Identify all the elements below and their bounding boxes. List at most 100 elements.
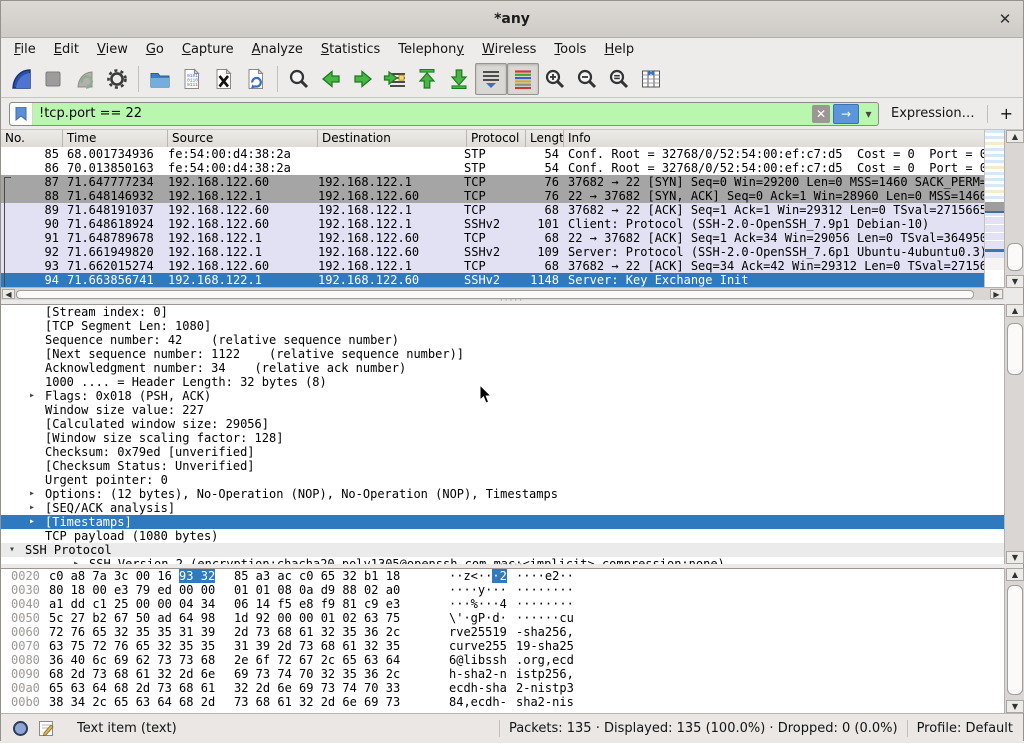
add-filter-button[interactable]: + (1000, 104, 1013, 123)
next-packet-button[interactable] (347, 63, 379, 95)
resize-columns-button[interactable] (635, 63, 667, 95)
packet-row-90[interactable]: 9071.648618924192.168.122.60192.168.122.… (1, 217, 984, 231)
scroll-right-icon[interactable]: ▶ (990, 289, 1003, 299)
hex-row-00b0[interactable]: 00b038 34 2c 65 63 64 68 2d73 68 61 32 2… (1, 695, 1005, 709)
collapse-arrow-icon[interactable]: ▾ (9, 543, 15, 557)
menu-file[interactable]: File (5, 40, 45, 59)
close-window-button[interactable]: ✕ (995, 9, 1015, 29)
expand-arrow-icon[interactable]: ▸ (29, 487, 35, 501)
scroll-up-icon[interactable]: ▲ (1006, 130, 1024, 143)
detail-row[interactable]: [Checksum Status: Unverified] (1, 459, 1005, 473)
stop-capture-button[interactable] (37, 63, 69, 95)
first-packet-button[interactable] (411, 63, 443, 95)
expression-button[interactable]: Expression… (891, 106, 975, 121)
capture-options-button[interactable] (101, 63, 133, 95)
packet-list-scroll-thumb[interactable] (1007, 243, 1023, 271)
detail-row[interactable]: ▾SSH Protocol (1, 543, 1005, 557)
packet-row-92[interactable]: 9271.661949820192.168.122.1192.168.122.6… (1, 245, 984, 259)
filter-dropdown-button[interactable]: ▾ (862, 105, 875, 123)
scroll-down-icon[interactable]: ▼ (1006, 275, 1024, 288)
menu-tools[interactable]: Tools (545, 40, 595, 59)
column-header-protocol[interactable]: Protocol (467, 130, 526, 147)
detail-row[interactable]: [TCP Segment Len: 1080] (1, 319, 1005, 333)
expert-info-icon[interactable] (13, 721, 28, 736)
restart-capture-button[interactable] (69, 63, 101, 95)
hex-row-0080[interactable]: 008036 40 6c 69 62 73 73 682e 6f 72 67 2… (1, 653, 1005, 667)
expand-arrow-icon[interactable]: ▸ (29, 501, 35, 515)
detail-row[interactable]: ▸Flags: 0x018 (PSH, ACK) (1, 389, 1005, 403)
packet-row-86[interactable]: 8670.013850163fe:54:00:d4:38:2aSTP54Conf… (1, 161, 984, 175)
scroll-up-icon[interactable]: ▲ (1006, 568, 1024, 581)
packet-row-93[interactable]: 9371.662015274192.168.122.60192.168.122.… (1, 259, 984, 273)
hex-row-0020[interactable]: 0020c0 a8 7a 3c 00 16 93 3285 a3 ac c0 6… (1, 569, 1005, 583)
menu-capture[interactable]: Capture (173, 40, 243, 59)
detail-row[interactable]: TCP payload (1080 bytes) (1, 529, 1005, 543)
hex-scroll-thumb[interactable] (1007, 585, 1023, 695)
hex-row-0030[interactable]: 003080 18 00 e3 79 ed 00 0001 01 08 0a d… (1, 583, 1005, 597)
menu-wireless[interactable]: Wireless (473, 40, 545, 59)
hex-row-0070[interactable]: 007063 75 72 76 65 32 35 3531 39 2d 73 6… (1, 639, 1005, 653)
profile-label[interactable]: Profile: Default (917, 721, 1013, 736)
column-header-info[interactable]: Info (564, 130, 984, 147)
expand-arrow-icon[interactable]: ▸ (29, 515, 35, 529)
detail-row[interactable]: 1000 .... = Header Length: 32 bytes (8) (1, 375, 1005, 389)
detail-row[interactable]: [Calculated window size: 29056] (1, 417, 1005, 431)
menu-telephony[interactable]: Telephony (389, 40, 473, 59)
detail-row[interactable]: ▸[Timestamps] (1, 515, 1005, 529)
filter-bookmark-icon[interactable] (10, 103, 33, 125)
hex-row-0090[interactable]: 009068 2d 73 68 61 32 2d 6e69 73 74 70 3… (1, 667, 1005, 681)
column-header-destination[interactable]: Destination (318, 130, 467, 147)
detail-row[interactable]: ▸Options: (12 bytes), No-Operation (NOP)… (1, 487, 1005, 501)
expand-arrow-icon[interactable]: ▸ (29, 389, 35, 403)
filter-text[interactable]: !tcp.port == 22 (33, 106, 812, 121)
column-header-length[interactable]: Length (526, 130, 564, 147)
packet-list-scrollbar[interactable]: ▲ ▼ (1004, 130, 1024, 288)
detail-row[interactable]: ▸[SEQ/ACK analysis] (1, 501, 1005, 515)
detail-row[interactable]: Sequence number: 42 (relative sequence n… (1, 333, 1005, 347)
hex-row-0050[interactable]: 00505c 27 b2 67 50 ad 64 981d 92 00 00 0… (1, 611, 1005, 625)
detail-row[interactable]: Window size value: 227 (1, 403, 1005, 417)
packet-row-89[interactable]: 8971.648191037192.168.122.60192.168.122.… (1, 203, 984, 217)
scroll-down-icon[interactable]: ▼ (1006, 700, 1024, 713)
hex-row-00a0[interactable]: 00a065 63 64 68 2d 73 68 6132 2d 6e 69 7… (1, 681, 1005, 695)
packet-row-85[interactable]: 8568.001734936fe:54:00:d4:38:2aSTP54Conf… (1, 147, 984, 161)
open-file-button[interactable] (144, 63, 176, 95)
zoom-reset-button[interactable] (603, 63, 635, 95)
detail-row[interactable]: Checksum: 0x79ed [unverified] (1, 445, 1005, 459)
hscroll-thumb[interactable] (16, 290, 974, 299)
zoom-out-button[interactable] (571, 63, 603, 95)
intelligent-scrollbar-minimap[interactable] (984, 130, 1005, 288)
menu-view[interactable]: View (88, 40, 137, 59)
scroll-up-icon[interactable]: ▲ (1006, 304, 1024, 317)
menu-edit[interactable]: Edit (45, 40, 88, 59)
find-packet-button[interactable] (283, 63, 315, 95)
packet-row-94[interactable]: 9471.663856741192.168.122.1192.168.122.6… (1, 273, 984, 287)
detail-row[interactable]: Urgent pointer: 0 (1, 473, 1005, 487)
menu-help[interactable]: Help (595, 40, 643, 59)
detail-row[interactable]: [Stream index: 0] (1, 305, 1005, 319)
filter-clear-button[interactable]: ✕ (812, 105, 830, 123)
close-file-button[interactable] (208, 63, 240, 95)
display-filter-input[interactable]: !tcp.port == 22 ✕ → ▾ (9, 102, 879, 126)
detail-row[interactable]: Acknowledgment number: 34 (relative ack … (1, 361, 1005, 375)
packet-row-88[interactable]: 8871.648146932192.168.122.1192.168.122.6… (1, 189, 984, 203)
colorize-button[interactable] (507, 63, 539, 95)
column-header-no[interactable]: No. (1, 130, 63, 147)
packet-row-91[interactable]: 9171.648789678192.168.122.1192.168.122.6… (1, 231, 984, 245)
scroll-left-icon[interactable]: ◀ (2, 289, 15, 299)
go-to-packet-button[interactable] (379, 63, 411, 95)
auto-scroll-button[interactable] (475, 63, 507, 95)
hex-row-0060[interactable]: 006072 76 65 32 35 35 31 392d 73 68 61 3… (1, 625, 1005, 639)
zoom-in-button[interactable] (539, 63, 571, 95)
save-file-button[interactable]: 010101100111 (176, 63, 208, 95)
details-scroll-thumb[interactable] (1007, 323, 1023, 375)
hex-row-0040[interactable]: 0040a1 dd c1 25 00 00 04 3406 14 f5 e8 f… (1, 597, 1005, 611)
detail-row[interactable]: [Window size scaling factor: 128] (1, 431, 1005, 445)
column-header-source[interactable]: Source (168, 130, 318, 147)
hex-scrollbar[interactable]: ▲ ▼ (1004, 568, 1024, 713)
reload-file-button[interactable] (240, 63, 272, 95)
last-packet-button[interactable] (443, 63, 475, 95)
filter-apply-button[interactable]: → (833, 104, 859, 124)
column-header-time[interactable]: Time (63, 130, 168, 147)
capture-comment-icon[interactable] (38, 720, 55, 737)
